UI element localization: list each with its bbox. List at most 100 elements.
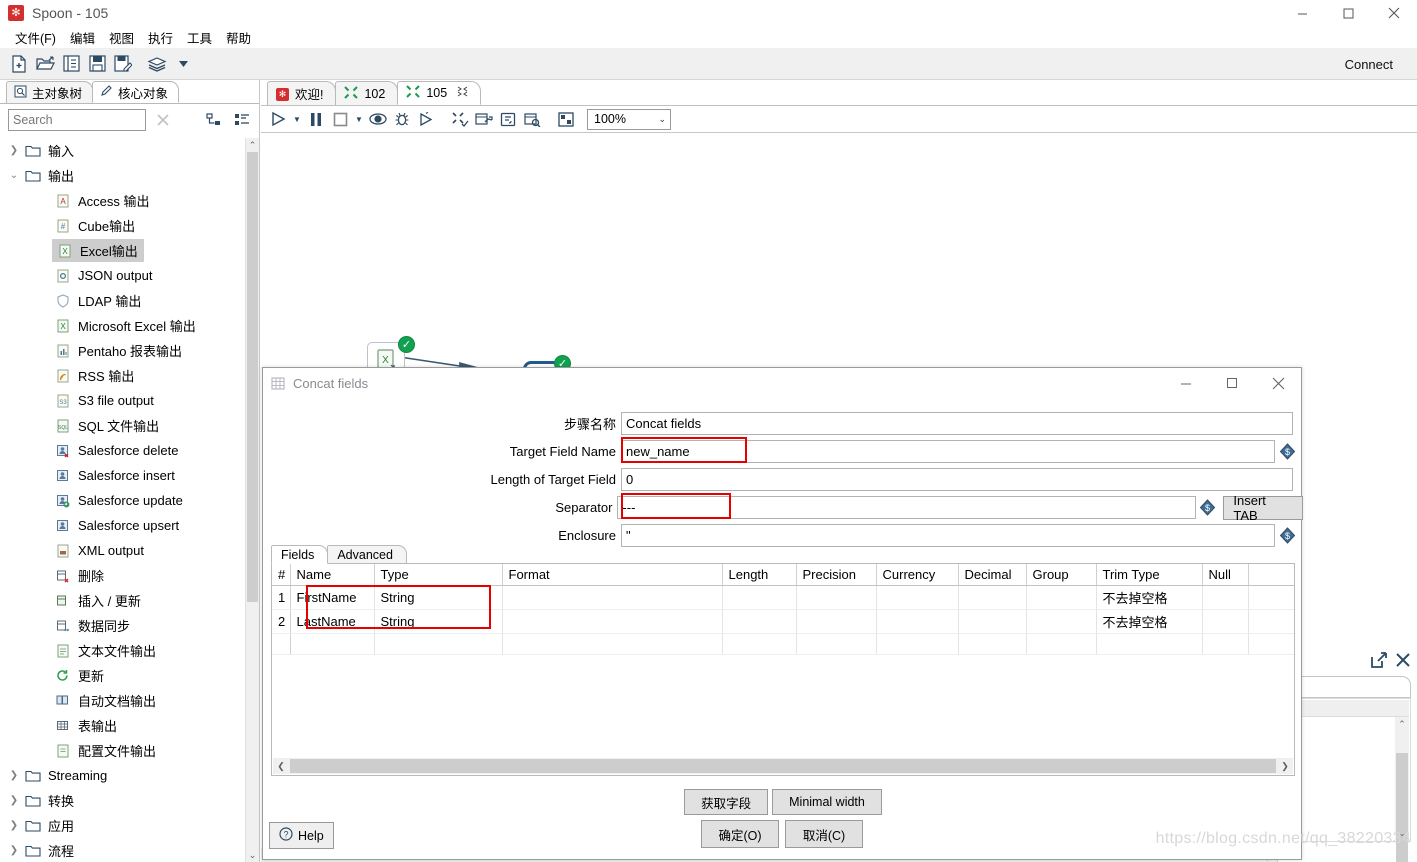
close-tab-icon[interactable]: [457, 86, 468, 100]
col-trim-type[interactable]: Trim Type: [1096, 564, 1203, 586]
generate-sql-icon[interactable]: [497, 108, 519, 130]
tab-102[interactable]: 102: [335, 81, 399, 105]
maximize-icon[interactable]: [1209, 368, 1255, 398]
cell-length[interactable]: [722, 585, 797, 610]
cell-format[interactable]: [502, 633, 723, 655]
tree-item-text-file-output[interactable]: 文本文件输出: [0, 638, 245, 663]
fields-horizontal-scrollbar[interactable]: ❮ ❯: [273, 758, 1293, 774]
scroll-up-icon[interactable]: ⌃: [1395, 717, 1409, 731]
cell-null[interactable]: [1202, 585, 1249, 610]
cell-group[interactable]: [1026, 609, 1097, 634]
menu-run[interactable]: 执行: [141, 26, 180, 49]
cell-type[interactable]: String: [374, 585, 503, 610]
cell-group[interactable]: [1026, 585, 1097, 610]
tree-item-auto-doc-output[interactable]: 自动文档输出: [0, 688, 245, 713]
step-name-field[interactable]: Concat fields: [621, 412, 1293, 435]
cell-group[interactable]: [1026, 633, 1097, 655]
save-icon[interactable]: [84, 51, 110, 77]
scroll-thumb[interactable]: [247, 152, 258, 602]
scroll-up-icon[interactable]: ⌃: [246, 138, 259, 152]
cell-trim-type[interactable]: 不去掉空格: [1096, 609, 1203, 634]
table-row[interactable]: 1 FirstName String 不去掉空格: [272, 585, 1294, 610]
chevron-right-icon[interactable]: ❯: [6, 770, 22, 781]
cell-decimal[interactable]: [958, 633, 1027, 655]
tree-item-salesforce-update[interactable]: Salesforce update: [0, 488, 245, 513]
cell-precision[interactable]: [796, 585, 877, 610]
tree-folder-transform[interactable]: ❯ 转换: [0, 788, 245, 813]
close-icon[interactable]: [1255, 368, 1301, 398]
menu-view[interactable]: 视图: [102, 26, 141, 49]
tree-item-json-output[interactable]: JSON output: [0, 263, 245, 288]
tree-folder-input[interactable]: ❯ 输入: [0, 138, 245, 163]
tree-item-table-output[interactable]: 表输出: [0, 713, 245, 738]
search-input[interactable]: Search: [8, 109, 146, 131]
separator-field[interactable]: ---: [617, 496, 1196, 519]
tab-105[interactable]: 105: [397, 81, 482, 105]
clear-x-icon[interactable]: [152, 109, 174, 131]
tree-item-sync-data[interactable]: 数据同步: [0, 613, 245, 638]
cell-precision[interactable]: [796, 609, 877, 634]
tree-item-salesforce-upsert[interactable]: Salesforce upsert: [0, 513, 245, 538]
fields-table[interactable]: # Name Type Format Length Precision Curr…: [272, 564, 1294, 655]
close-icon[interactable]: [1371, 0, 1417, 26]
tree-item-access-output[interactable]: A Access 输出: [0, 188, 245, 213]
table-row[interactable]: 2 LastName String 不去掉空格: [272, 609, 1294, 634]
tree-item-delete[interactable]: 删除: [0, 563, 245, 588]
detach-panel-icon[interactable]: [1371, 652, 1387, 671]
cell-type[interactable]: String: [374, 609, 503, 634]
chevron-right-icon[interactable]: ❯: [6, 845, 22, 856]
chevron-right-icon[interactable]: ❯: [6, 820, 22, 831]
variable-dollar-icon[interactable]: $: [1278, 443, 1296, 461]
col-decimal[interactable]: Decimal: [958, 564, 1027, 586]
ok-button[interactable]: 确定(O): [701, 820, 779, 848]
collapse-tree-icon[interactable]: [203, 109, 225, 131]
tab-welcome[interactable]: ✻ 欢迎!: [267, 81, 337, 105]
tree-folder-flow[interactable]: ❯ 流程: [0, 838, 245, 862]
layers-icon[interactable]: [144, 51, 170, 77]
verify-transformation-icon[interactable]: [449, 108, 471, 130]
cell-null[interactable]: [1202, 633, 1249, 655]
col-type[interactable]: Type: [374, 564, 503, 586]
menu-file[interactable]: 文件(F): [8, 26, 63, 49]
target-field-name-field[interactable]: new_name: [621, 440, 1275, 463]
new-file-icon[interactable]: [6, 51, 32, 77]
col-name[interactable]: Name: [290, 564, 375, 586]
pause-icon[interactable]: [305, 108, 327, 130]
col-precision[interactable]: Precision: [796, 564, 877, 586]
minimize-icon[interactable]: [1279, 0, 1325, 26]
cell-precision[interactable]: [796, 633, 877, 655]
menu-tools[interactable]: 工具: [180, 26, 219, 49]
menu-edit[interactable]: 编辑: [63, 26, 102, 49]
close-panel-icon[interactable]: [1395, 652, 1411, 671]
tree-item-pentaho-report-output[interactable]: Pentaho 报表输出: [0, 338, 245, 363]
list-icon[interactable]: [58, 51, 84, 77]
maximize-icon[interactable]: [1325, 0, 1371, 26]
cell-length[interactable]: [722, 633, 797, 655]
col-length[interactable]: Length: [722, 564, 797, 586]
scroll-thumb[interactable]: [1396, 753, 1408, 862]
tree-item-salesforce-delete[interactable]: Salesforce delete: [0, 438, 245, 463]
tab-advanced[interactable]: Advanced: [327, 545, 407, 564]
align-grid-icon[interactable]: [555, 108, 577, 130]
length-of-target-field-field[interactable]: 0: [621, 468, 1293, 491]
tab-main-object-tree[interactable]: 主对象树: [6, 81, 94, 103]
results-vertical-scrollbar[interactable]: ⌃ ⌄: [1395, 717, 1409, 862]
table-row[interactable]: [272, 633, 1294, 655]
zoom-level-select[interactable]: 100% ⌄: [587, 108, 671, 130]
cell-decimal[interactable]: [958, 609, 1027, 634]
core-objects-tree[interactable]: ❯ 输入 ⌄ 输出 A Access 输出 # Cube输出 X Excel输出…: [0, 138, 245, 862]
chevron-down-icon[interactable]: ▼: [291, 108, 303, 130]
scroll-down-icon[interactable]: ⌄: [246, 848, 259, 862]
tree-item-excel-output[interactable]: X Excel输出: [0, 238, 245, 263]
replay-icon[interactable]: [415, 108, 437, 130]
tree-folder-application[interactable]: ❯ 应用: [0, 813, 245, 838]
cell-type[interactable]: [374, 633, 503, 655]
save-as-icon[interactable]: [110, 51, 136, 77]
chevron-down-icon[interactable]: ⌄: [658, 114, 666, 125]
tree-item-cube-output[interactable]: # Cube输出: [0, 213, 245, 238]
cell-trim-type[interactable]: 不去掉空格: [1096, 585, 1203, 610]
tree-folder-output[interactable]: ⌄ 输出: [0, 163, 245, 188]
preview-eye-icon[interactable]: [367, 108, 389, 130]
tree-item-xml-output[interactable]: XML output: [0, 538, 245, 563]
get-fields-button[interactable]: 获取字段: [684, 789, 769, 815]
